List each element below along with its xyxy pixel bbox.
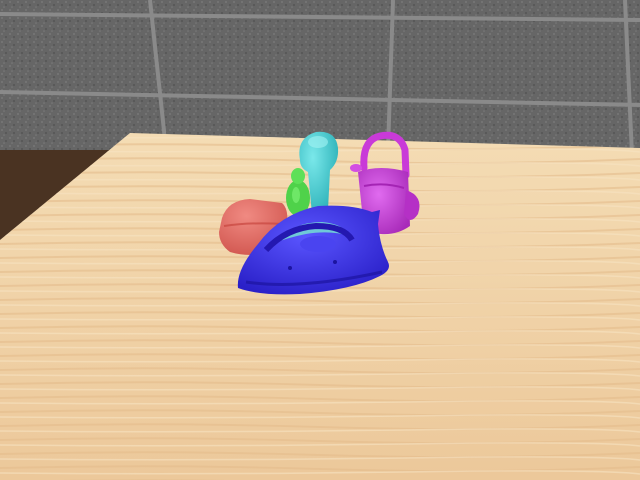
tabletop-scene xyxy=(0,0,640,480)
